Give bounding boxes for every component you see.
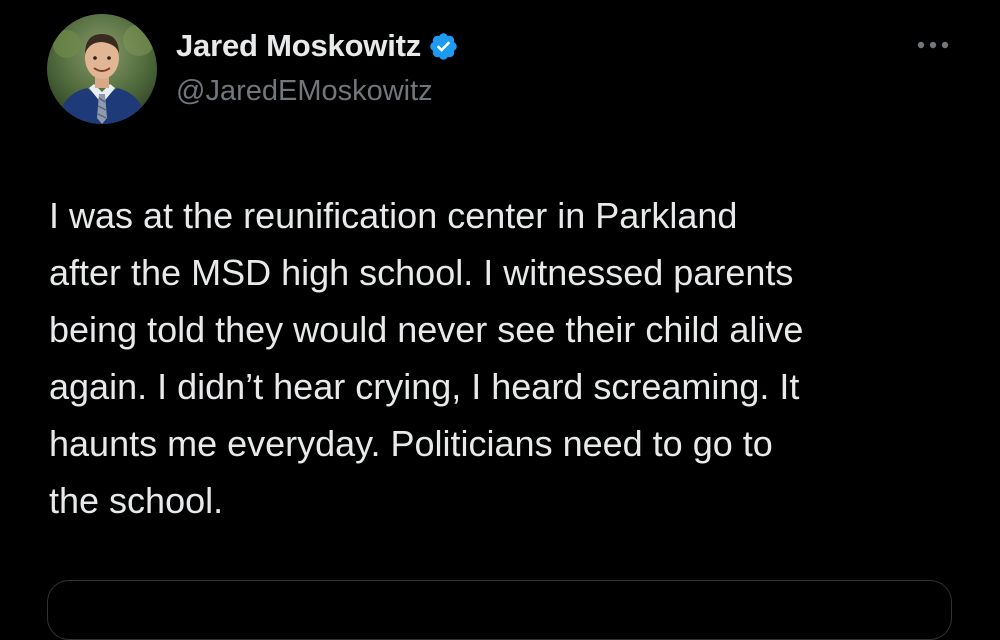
author-info: Jared Moskowitz @JaredEMoskowitz bbox=[176, 26, 459, 108]
more-horizontal-icon bbox=[917, 41, 949, 49]
embedded-card[interactable] bbox=[47, 580, 952, 640]
tweet-text: I was at the reunification center in Par… bbox=[49, 195, 804, 521]
tweet[interactable]: Jared Moskowitz @JaredEMoskowitz I was a… bbox=[0, 0, 1000, 640]
author-avatar[interactable] bbox=[47, 14, 157, 124]
more-options-button[interactable] bbox=[913, 30, 953, 60]
profile-photo-icon bbox=[47, 14, 157, 124]
name-row: Jared Moskowitz bbox=[176, 26, 459, 66]
verified-badge-icon[interactable] bbox=[428, 31, 459, 62]
author-display-name[interactable]: Jared Moskowitz bbox=[176, 28, 421, 64]
author-handle[interactable]: @JaredEMoskowitz bbox=[176, 75, 459, 108]
